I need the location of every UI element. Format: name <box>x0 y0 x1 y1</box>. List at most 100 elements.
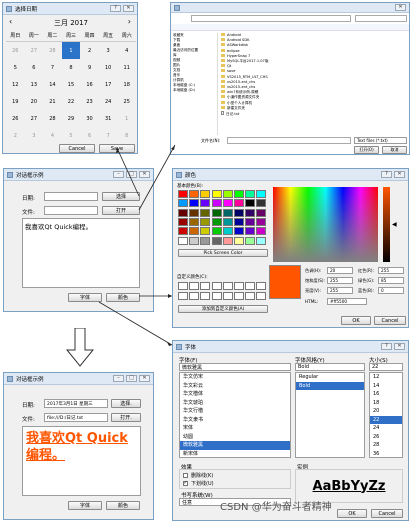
basic-color-swatch[interactable] <box>178 208 188 217</box>
calendar-day[interactable]: 26 <box>6 110 25 127</box>
calendar-day[interactable]: 8 <box>117 127 136 144</box>
style-list[interactable]: Regular Bold <box>295 372 365 458</box>
calendar-day[interactable]: 27 <box>25 42 44 59</box>
custom-color-swatch[interactable] <box>222 282 233 290</box>
open-file-button[interactable]: 打开 <box>102 206 140 215</box>
help-icon[interactable]: ? <box>110 5 121 12</box>
color-button[interactable]: 颜色 <box>106 501 140 510</box>
custom-color-swatch[interactable] <box>211 282 222 290</box>
minimize-icon[interactable]: – <box>113 171 124 178</box>
list-item[interactable]: Regular <box>296 373 364 382</box>
underline-checkbox[interactable]: ✓ <box>183 481 188 486</box>
next-month-icon[interactable]: › <box>128 17 131 26</box>
calendar-day[interactable]: 14 <box>43 76 62 93</box>
basic-color-swatch[interactable] <box>200 190 211 198</box>
basic-color-swatch[interactable] <box>211 190 222 198</box>
list-item[interactable]: 幼圆 <box>180 433 290 442</box>
basic-color-swatch[interactable] <box>211 208 222 217</box>
basic-color-swatch[interactable] <box>256 208 267 217</box>
blue-input[interactable]: 0 <box>378 287 404 294</box>
basic-color-swatch[interactable] <box>189 236 200 245</box>
calendar-day[interactable]: 13 <box>25 76 44 93</box>
basic-color-swatch[interactable] <box>211 236 222 245</box>
close-icon[interactable]: ✕ <box>139 171 150 178</box>
basic-color-swatch[interactable] <box>245 190 256 198</box>
calendar-day[interactable]: 9 <box>80 59 99 76</box>
calendar-day[interactable]: 7 <box>43 59 62 76</box>
maximize-icon[interactable]: □ <box>126 375 137 382</box>
brightness-slider[interactable] <box>383 187 390 262</box>
basic-color-swatch[interactable] <box>189 217 200 226</box>
font-button[interactable]: 字体 <box>68 501 102 510</box>
file-item[interactable]: 日记.txt <box>221 111 409 117</box>
custom-color-swatch[interactable] <box>222 291 233 300</box>
nav-item[interactable]: 本地磁盘 (D:) <box>173 88 215 93</box>
value-input[interactable]: 255 <box>327 287 353 294</box>
basic-color-swatch[interactable] <box>211 227 222 236</box>
custom-color-swatch[interactable] <box>200 291 211 300</box>
basic-color-swatch[interactable] <box>200 199 211 208</box>
calendar-day[interactable]: 23 <box>80 93 99 110</box>
calendar-day[interactable]: 10 <box>99 59 118 76</box>
calendar-day[interactable]: 28 <box>43 110 62 127</box>
list-item[interactable]: 华文琥珀 <box>180 399 290 408</box>
basic-color-swatch[interactable] <box>234 227 244 236</box>
calendar-day[interactable]: 12 <box>6 76 25 93</box>
custom-color-swatch[interactable] <box>189 282 200 290</box>
basic-color-swatch[interactable] <box>222 208 233 217</box>
list-item[interactable]: 微软雅黑 <box>180 441 290 450</box>
list-item[interactable]: 宋体 <box>180 424 290 433</box>
custom-color-swatch[interactable] <box>245 282 256 290</box>
date-field[interactable] <box>44 192 98 201</box>
custom-color-swatch[interactable] <box>211 291 222 300</box>
close-icon[interactable]: ✕ <box>123 5 134 12</box>
basic-color-swatch[interactable] <box>200 236 211 245</box>
filename-input[interactable] <box>227 137 351 144</box>
save-button[interactable]: Save <box>99 144 135 153</box>
basic-color-swatch[interactable] <box>256 236 267 245</box>
calendar-day[interactable]: 22 <box>62 93 81 110</box>
custom-color-swatch[interactable] <box>234 291 244 300</box>
list-item[interactable]: 华文楷体 <box>180 390 290 399</box>
calendar-day[interactable]: 3 <box>99 42 118 59</box>
list-item[interactable]: 36 <box>370 450 402 458</box>
calendar-day[interactable]: 17 <box>99 76 118 93</box>
custom-color-swatch[interactable] <box>234 282 244 290</box>
open-file-button[interactable]: 打开. <box>111 413 141 422</box>
add-custom-color-button[interactable]: 添加到自定义颜色(A) <box>178 305 268 313</box>
custom-color-swatch[interactable] <box>178 291 188 300</box>
basic-color-swatch[interactable] <box>200 217 211 226</box>
calendar-day[interactable]: 4 <box>43 127 62 144</box>
basic-color-swatch[interactable] <box>200 227 211 236</box>
basic-color-swatch[interactable] <box>178 236 188 245</box>
basic-color-swatch[interactable] <box>178 199 188 208</box>
basic-color-swatch[interactable] <box>189 227 200 236</box>
calendar-day[interactable]: 28 <box>43 42 62 59</box>
color-button[interactable]: 颜色 <box>106 293 140 302</box>
basic-color-swatch[interactable] <box>234 199 244 208</box>
file-cancel-button[interactable]: 取消 <box>382 146 407 154</box>
basic-color-swatch[interactable] <box>211 199 222 208</box>
list-item[interactable]: 26 <box>370 433 402 442</box>
maximize-icon[interactable]: □ <box>126 171 137 178</box>
list-item[interactable]: 14 <box>370 382 402 391</box>
basic-color-swatch[interactable] <box>256 199 267 208</box>
basic-color-swatch[interactable] <box>189 190 200 198</box>
strikeout-checkbox[interactable] <box>183 473 188 478</box>
cancel-button[interactable]: Cancel <box>59 144 95 153</box>
list-item[interactable]: 华文隶书 <box>180 416 290 425</box>
calendar-day[interactable]: 26 <box>6 42 25 59</box>
calendar-day[interactable]: 19 <box>6 93 25 110</box>
close-icon[interactable]: ✕ <box>395 4 406 11</box>
file-type-select[interactable]: Text files (*.txt) <box>354 137 407 144</box>
calendar-day[interactable]: 6 <box>80 127 99 144</box>
list-item[interactable]: 华文仿宋 <box>180 373 290 382</box>
calendar-day[interactable]: 18 <box>117 76 136 93</box>
open-button[interactable]: 打开(O) <box>354 146 379 154</box>
calendar-day[interactable]: 31 <box>99 110 118 127</box>
list-item[interactable]: 16 <box>370 390 402 399</box>
choose-date-button[interactable]: 选择 <box>102 192 140 201</box>
basic-color-swatch[interactable] <box>222 236 233 245</box>
basic-color-swatch[interactable] <box>222 217 233 226</box>
basic-color-swatch[interactable] <box>256 227 267 236</box>
